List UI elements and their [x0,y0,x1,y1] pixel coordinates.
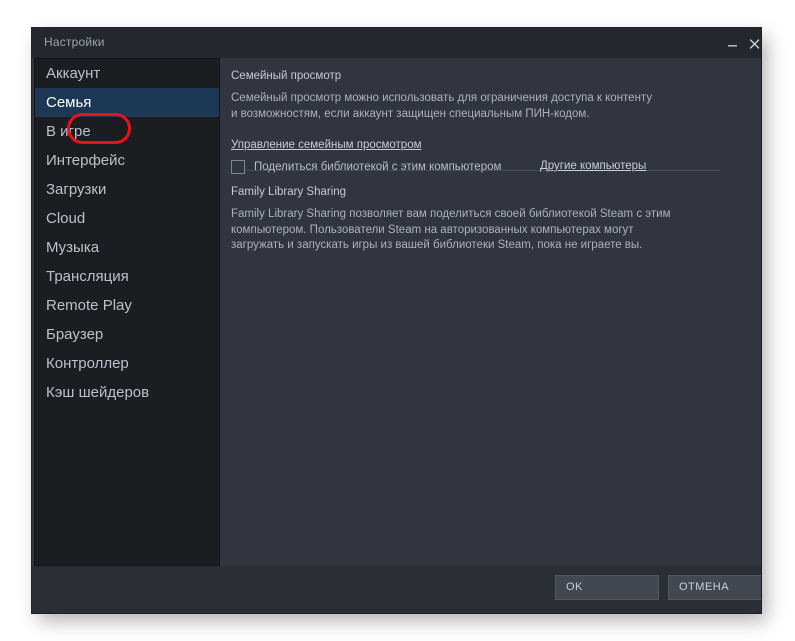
sidebar-item-broadcasting[interactable]: Трансляция [35,262,219,291]
share-library-checkbox-label[interactable]: Поделиться библиотекой с этим компьютеро… [254,160,501,174]
family-view-description: Семейный просмотр можно использовать для… [231,92,653,120]
close-button[interactable] [744,28,761,58]
sidebar-item-label: Музыка [46,239,100,256]
sidebar-item-family[interactable]: Семья [35,88,219,117]
library-sharing-heading: Family Library Sharing [231,186,347,198]
ok-button[interactable]: OK [555,575,659,600]
sidebar-item-label: Cloud [46,210,86,227]
sidebar-item-label: Интерфейс [46,152,126,169]
share-library-checkbox[interactable] [231,160,245,174]
settings-window: Настройки Аккаунт Семья В игре Интерфейс… [32,28,761,613]
minimize-button[interactable] [722,28,744,58]
window-title: Настройки [44,35,105,49]
sidebar-item-remote-play[interactable]: Remote Play [35,291,219,320]
sidebar-item-label: Аккаунт [46,65,101,82]
manage-family-view-link[interactable]: Управление семейным просмотром [231,139,422,151]
sidebar-item-downloads[interactable]: Загрузки [35,175,219,204]
sidebar-item-label: Загрузки [46,181,107,198]
sidebar-item-interface[interactable]: Интерфейс [35,146,219,175]
sidebar-item-label: Контроллер [46,355,129,372]
other-computers-link[interactable]: Другие компьютеры [540,160,646,172]
settings-main-panel: Семейный просмотр Семейный просмотр можн… [220,58,761,566]
window-footer: OK ОТМЕНА [32,566,761,613]
sidebar-item-label: В игре [46,123,91,140]
sidebar-item-label: Семья [46,94,92,111]
sidebar-item-music[interactable]: Музыка [35,233,219,262]
library-sharing-description: Family Library Sharing позволяет вам под… [231,208,671,251]
sidebar-item-browser[interactable]: Браузер [35,320,219,349]
sidebar-item-in-game[interactable]: В игре [35,117,219,146]
family-view-heading: Семейный просмотр [231,70,342,82]
sidebar-item-label: Кэш шейдеров [46,384,150,401]
sidebar-item-label: Remote Play [46,297,132,314]
sidebar-item-label: Браузер [46,326,104,343]
sidebar-item-controller[interactable]: Контроллер [35,349,219,378]
cancel-button[interactable]: ОТМЕНА [668,575,761,600]
sidebar-item-shader-cache[interactable]: Кэш шейдеров [35,378,219,407]
title-bar: Настройки [32,28,761,58]
settings-sidebar: Аккаунт Семья В игре Интерфейс Загрузки … [34,58,220,566]
sidebar-item-label: Трансляция [46,268,129,285]
window-body: Аккаунт Семья В игре Интерфейс Загрузки … [32,58,761,566]
sidebar-item-account[interactable]: Аккаунт [35,59,219,88]
sidebar-item-cloud[interactable]: Cloud [35,204,219,233]
